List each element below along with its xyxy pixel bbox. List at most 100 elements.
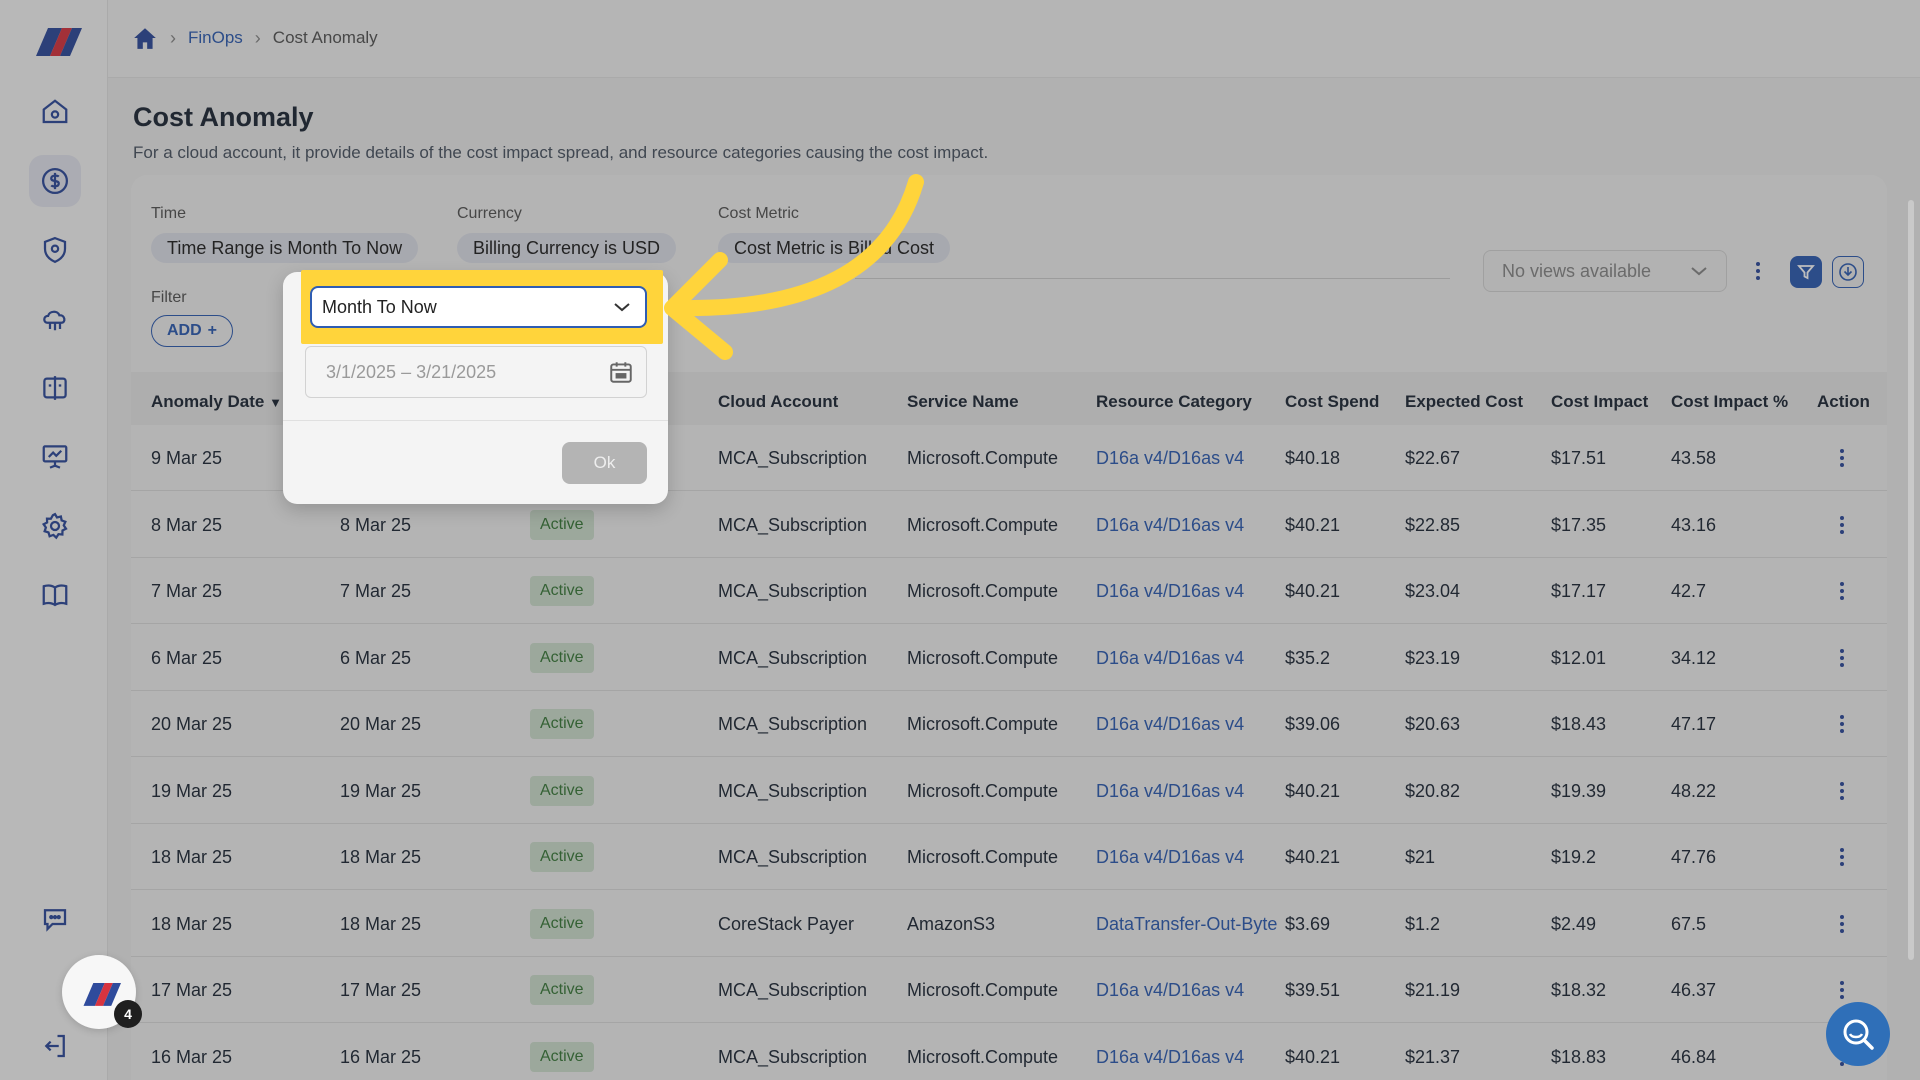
cell-resource-category-link[interactable]: D16a v4/D16as v4 (1096, 980, 1244, 1001)
cost-metric-label: Cost Metric (718, 205, 799, 222)
nav-settings-gear-icon[interactable] (29, 500, 81, 552)
breadcrumb-separator-icon: › (254, 27, 261, 48)
col-anomaly-date[interactable]: Anomaly Date ▼ (151, 392, 282, 412)
help-search-button[interactable] (1826, 1002, 1890, 1066)
cost-metric-chip[interactable]: Cost Metric is Billed Cost (718, 233, 951, 263)
cell-service-name: Microsoft.Compute (907, 714, 1059, 734)
cell-expected-cost: $1.2 (1405, 913, 1441, 934)
time-range-select[interactable]: Month To Now (310, 286, 647, 328)
row-actions-menu-icon[interactable] (1834, 578, 1850, 604)
cell-cost-impact: $17.51 (1551, 448, 1607, 468)
filter-funnel-icon[interactable] (1790, 256, 1822, 288)
row-actions-menu-icon[interactable] (1834, 711, 1850, 737)
nav-book-icon[interactable] (29, 569, 81, 621)
nav-compare-icon[interactable] (29, 362, 81, 414)
nav-chat-icon[interactable] (29, 893, 81, 945)
cell-cloud-account: MCA_Subscription (718, 647, 868, 668)
nav-cloud-icon[interactable] (29, 293, 81, 345)
views-dropdown[interactable]: No views available (1483, 250, 1727, 292)
cell-service-name: Microsoft.Compute (907, 514, 1059, 535)
notification-count-badge: 4 (114, 1000, 142, 1028)
cell-date: 8 Mar 25 (340, 514, 412, 535)
status-badge: Active (530, 975, 594, 1005)
cell-anomaly-date: 19 Mar 25 (151, 780, 233, 801)
more-options-icon[interactable] (1748, 258, 1768, 284)
cell-expected-cost: $21 (1405, 847, 1436, 867)
cell-cost-spend: $40.21 (1285, 514, 1341, 535)
cell-resource-category-link[interactable]: D16a v4/D16as v4 (1096, 648, 1244, 669)
chevron-down-icon (1691, 267, 1707, 276)
home-icon[interactable] (132, 26, 158, 50)
row-actions-menu-icon[interactable] (1834, 911, 1850, 937)
add-filter-label: ADD (166, 322, 202, 339)
cell-resource-category-link[interactable]: D16a v4/D16as v4 (1096, 448, 1244, 469)
cell-cost-impact-pct: 42.7 (1671, 581, 1707, 601)
cell-resource-category-link[interactable]: DataTransfer-Out-Byte (1096, 914, 1277, 935)
cell-resource-category-link[interactable]: D16a v4/D16as v4 (1096, 847, 1244, 868)
assistant-logo-icon (83, 983, 121, 1006)
popover-divider (283, 420, 668, 421)
ok-button[interactable]: Ok (562, 442, 647, 484)
page-scrollbar[interactable] (1908, 200, 1914, 960)
row-actions-menu-icon[interactable] (1834, 512, 1850, 538)
status-badge: Active (530, 908, 594, 939)
nav-home-icon[interactable] (29, 86, 81, 138)
cell-cost-impact: $19.39 (1551, 780, 1607, 801)
sort-desc-icon[interactable]: ▼ (269, 395, 282, 410)
cell-date: 18 Mar 25 (340, 913, 422, 934)
nav-security-shield-icon[interactable] (29, 224, 81, 276)
chevron-down-icon (614, 303, 630, 312)
cell-cost-impact: $17.17 (1551, 581, 1607, 601)
cell-cost-spend: $40.21 (1285, 1046, 1341, 1067)
col-service-name: Service Name (907, 392, 1019, 411)
download-icon[interactable] (1832, 256, 1864, 288)
cell-cost-impact-pct: 46.37 (1671, 980, 1717, 1000)
time-range-chip[interactable]: Time Range is Month To Now (151, 233, 419, 263)
cell-anomaly-date: 9 Mar 25 (151, 448, 223, 468)
cell-resource-category-link[interactable]: D16a v4/D16as v4 (1096, 1047, 1244, 1068)
filter-label: Filter (151, 289, 187, 306)
cell-resource-category-link[interactable]: D16a v4/D16as v4 (1096, 714, 1244, 735)
cell-cost-impact: $18.43 (1551, 714, 1607, 734)
top-bar: › FinOps › Cost Anomaly (108, 0, 1920, 78)
row-actions-menu-icon[interactable] (1834, 844, 1850, 870)
page-title: Cost Anomaly (133, 102, 314, 132)
col-cloud-account: Cloud Account (718, 392, 839, 411)
cell-resource-category-link[interactable]: D16a v4/D16as v4 (1096, 581, 1244, 602)
cell-cost-impact-pct: 43.16 (1671, 514, 1717, 535)
nav-logout-icon[interactable] (29, 1020, 81, 1072)
cell-expected-cost: $22.85 (1405, 514, 1461, 535)
row-actions-menu-icon[interactable] (1834, 778, 1850, 804)
cell-cloud-account: MCA_Subscription (718, 581, 868, 601)
cell-cost-impact: $12.01 (1551, 647, 1607, 668)
app-logo[interactable] (28, 22, 82, 56)
plus-icon: + (207, 322, 217, 339)
cell-cost-impact-pct: 47.76 (1671, 847, 1717, 867)
currency-chip[interactable]: Billing Currency is USD (457, 233, 677, 263)
cell-service-name: Microsoft.Compute (907, 647, 1059, 668)
nav-finops-dollar-icon[interactable] (29, 155, 81, 207)
breadcrumb-finops-link[interactable]: FinOps (188, 28, 243, 48)
cell-expected-cost: $23.19 (1405, 647, 1461, 668)
cell-service-name: Microsoft.Compute (907, 1046, 1059, 1067)
cell-cost-impact: $18.32 (1551, 980, 1607, 1000)
cell-expected-cost: $23.04 (1405, 581, 1461, 601)
cell-anomaly-date: 18 Mar 25 (151, 847, 233, 867)
col-cost-impact-pct: Cost Impact % (1671, 392, 1789, 411)
row-actions-menu-icon[interactable] (1834, 977, 1850, 1003)
date-range-input[interactable]: 3/1/2025 – 3/21/2025 (305, 346, 647, 398)
cell-cloud-account: MCA_Subscription (718, 780, 868, 801)
row-actions-menu-icon[interactable] (1834, 645, 1850, 671)
nav-presentation-icon[interactable] (29, 431, 81, 483)
row-actions-menu-icon[interactable] (1834, 445, 1850, 471)
cell-resource-category-link[interactable]: D16a v4/D16as v4 (1096, 515, 1244, 536)
add-filter-button[interactable]: ADD + (151, 315, 233, 347)
cell-anomaly-date: 8 Mar 25 (151, 514, 223, 535)
breadcrumb: › FinOps › Cost Anomaly (132, 26, 378, 50)
cell-resource-category-link[interactable]: D16a v4/D16as v4 (1096, 781, 1244, 802)
calendar-icon[interactable] (608, 359, 634, 385)
cell-anomaly-date: 7 Mar 25 (151, 581, 223, 601)
cell-cost-impact: $19.2 (1551, 847, 1597, 867)
status-badge: Active (530, 842, 594, 872)
cell-expected-cost: $21.37 (1405, 1046, 1461, 1067)
